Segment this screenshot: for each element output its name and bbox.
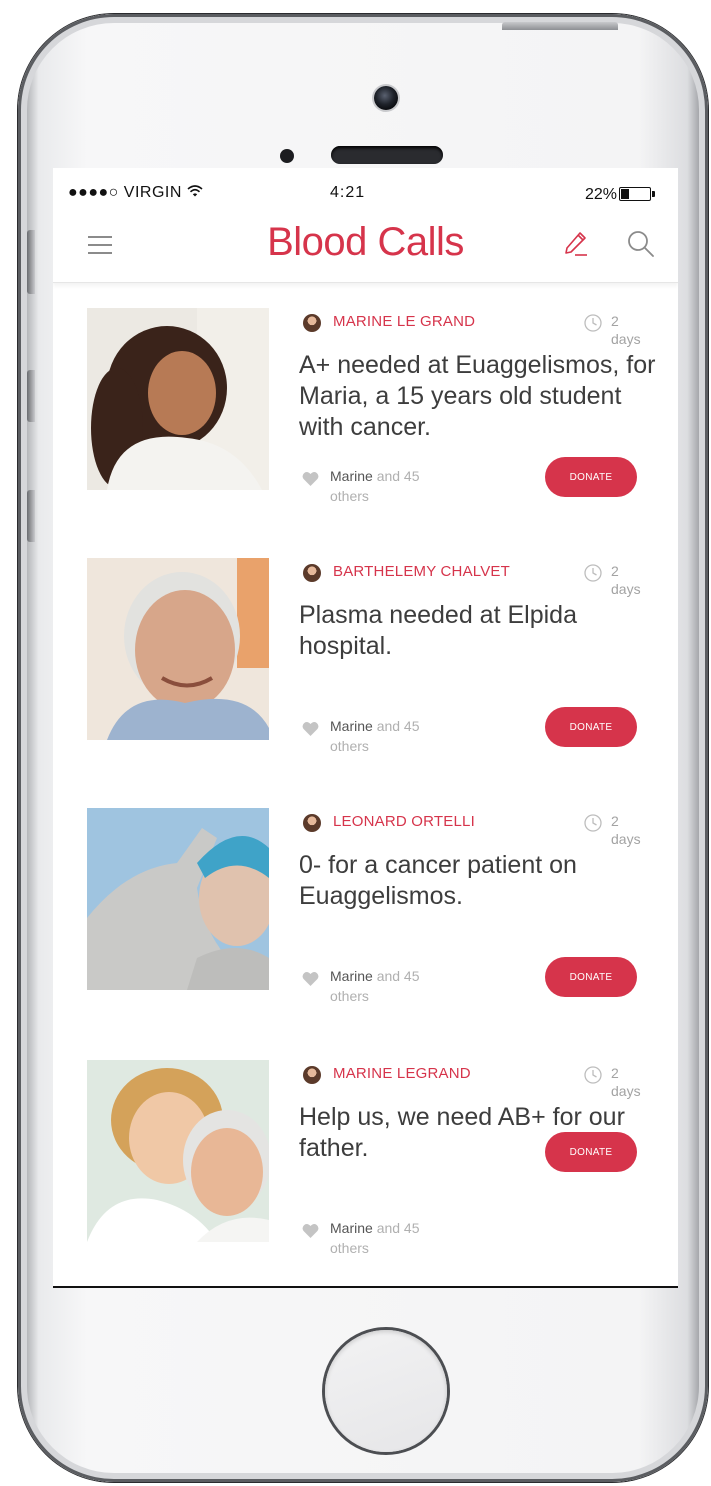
author-name[interactable]: BARTHELEMY CHALVET [333, 563, 510, 580]
post-age-unit: days [611, 1083, 641, 1099]
clock-icon [584, 814, 602, 832]
home-button[interactable] [325, 1330, 447, 1452]
earpiece-speaker [331, 146, 443, 164]
patient-photo [87, 308, 269, 490]
post-age-number: 2 [611, 313, 619, 329]
mute-switch [27, 230, 35, 294]
likes-count-text: and 45 [376, 718, 420, 734]
donate-button[interactable]: DONATE [545, 1132, 637, 1172]
feed-card[interactable]: LEONARD ORTELLI 2 days 0- for a cancer p… [53, 784, 678, 1024]
volume-down-button [27, 490, 35, 542]
clock-icon [584, 564, 602, 582]
likes-count-text: and 45 [376, 468, 420, 484]
heart-icon[interactable] [302, 471, 319, 487]
likes-others-text: others [330, 488, 369, 504]
heart-icon[interactable] [302, 971, 319, 987]
app-header: Blood Calls [53, 214, 678, 283]
author-avatar [303, 314, 321, 332]
post-age-number: 2 [611, 1065, 619, 1081]
author-name[interactable]: MARINE LE GRAND [333, 313, 475, 330]
feed-card[interactable]: BARTHELEMY CHALVET 2 days Plasma needed … [53, 534, 678, 774]
request-text: 0- for a cancer patient on Euaggelismos. [299, 851, 577, 910]
battery-icon [619, 187, 655, 201]
liker-name: Marine [330, 718, 373, 734]
author-avatar [303, 1066, 321, 1084]
post-age-unit: days [611, 331, 641, 347]
post-age-number: 2 [611, 563, 619, 579]
donate-button[interactable]: DONATE [545, 957, 637, 997]
likes-others-text: others [330, 1240, 369, 1256]
patient-photo [87, 558, 269, 740]
donate-button[interactable]: DONATE [545, 457, 637, 497]
carrier-name: VIRGIN [123, 184, 182, 201]
proximity-sensor [280, 149, 294, 163]
pencil-icon[interactable] [561, 228, 591, 258]
search-icon[interactable] [625, 228, 657, 260]
carrier: ●●●●○ VIRGIN [68, 184, 203, 202]
likes-count-text: and 45 [376, 968, 420, 984]
author-avatar [303, 814, 321, 832]
post-age-number: 2 [611, 813, 619, 829]
post-age-unit: days [611, 581, 641, 597]
likes-count-text: and 45 [376, 1220, 420, 1236]
author-name[interactable]: LEONARD ORTELLI [333, 813, 475, 830]
feed-card[interactable]: MARINE LEGRAND 2 days Help us, we need A… [53, 1036, 678, 1276]
post-age-unit: days [611, 831, 641, 847]
likes-summary: Marine and 45 others [330, 466, 490, 506]
likes-others-text: others [330, 738, 369, 754]
signal-strength: ●●●●○ [68, 184, 119, 201]
request-text: Plasma needed at Elpida hospital. [299, 601, 577, 660]
battery-percent: 22% [585, 186, 618, 203]
patient-photo [87, 1060, 269, 1242]
donate-button[interactable]: DONATE [545, 707, 637, 747]
likes-others-text: others [330, 988, 369, 1004]
author-avatar [303, 564, 321, 582]
status-bar: ●●●●○ VIRGIN 4:21 22% [53, 168, 678, 214]
wifi-icon [187, 185, 203, 197]
power-button [502, 22, 618, 30]
liker-name: Marine [330, 968, 373, 984]
patient-photo [87, 808, 269, 990]
request-text: A+ needed at Euaggelismos, for Maria, a … [299, 351, 656, 441]
volume-up-button [27, 370, 35, 422]
liker-name: Marine [330, 1220, 373, 1236]
feed-card[interactable]: MARINE LE GRAND 2 days A+ needed at Euag… [53, 284, 678, 524]
likes-summary: Marine and 45 others [330, 1218, 490, 1258]
app-screen: ●●●●○ VIRGIN 4:21 22% Blood Calls MARINE… [53, 168, 678, 1288]
likes-summary: Marine and 45 others [330, 716, 490, 756]
likes-summary: Marine and 45 others [330, 966, 490, 1006]
heart-icon[interactable] [302, 721, 319, 737]
liker-name: Marine [330, 468, 373, 484]
heart-icon[interactable] [302, 1223, 319, 1239]
clock-icon [584, 314, 602, 332]
clock-icon [584, 1066, 602, 1084]
front-camera [374, 86, 398, 110]
clock-time: 4:21 [330, 184, 366, 201]
author-name[interactable]: MARINE LEGRAND [333, 1065, 471, 1082]
